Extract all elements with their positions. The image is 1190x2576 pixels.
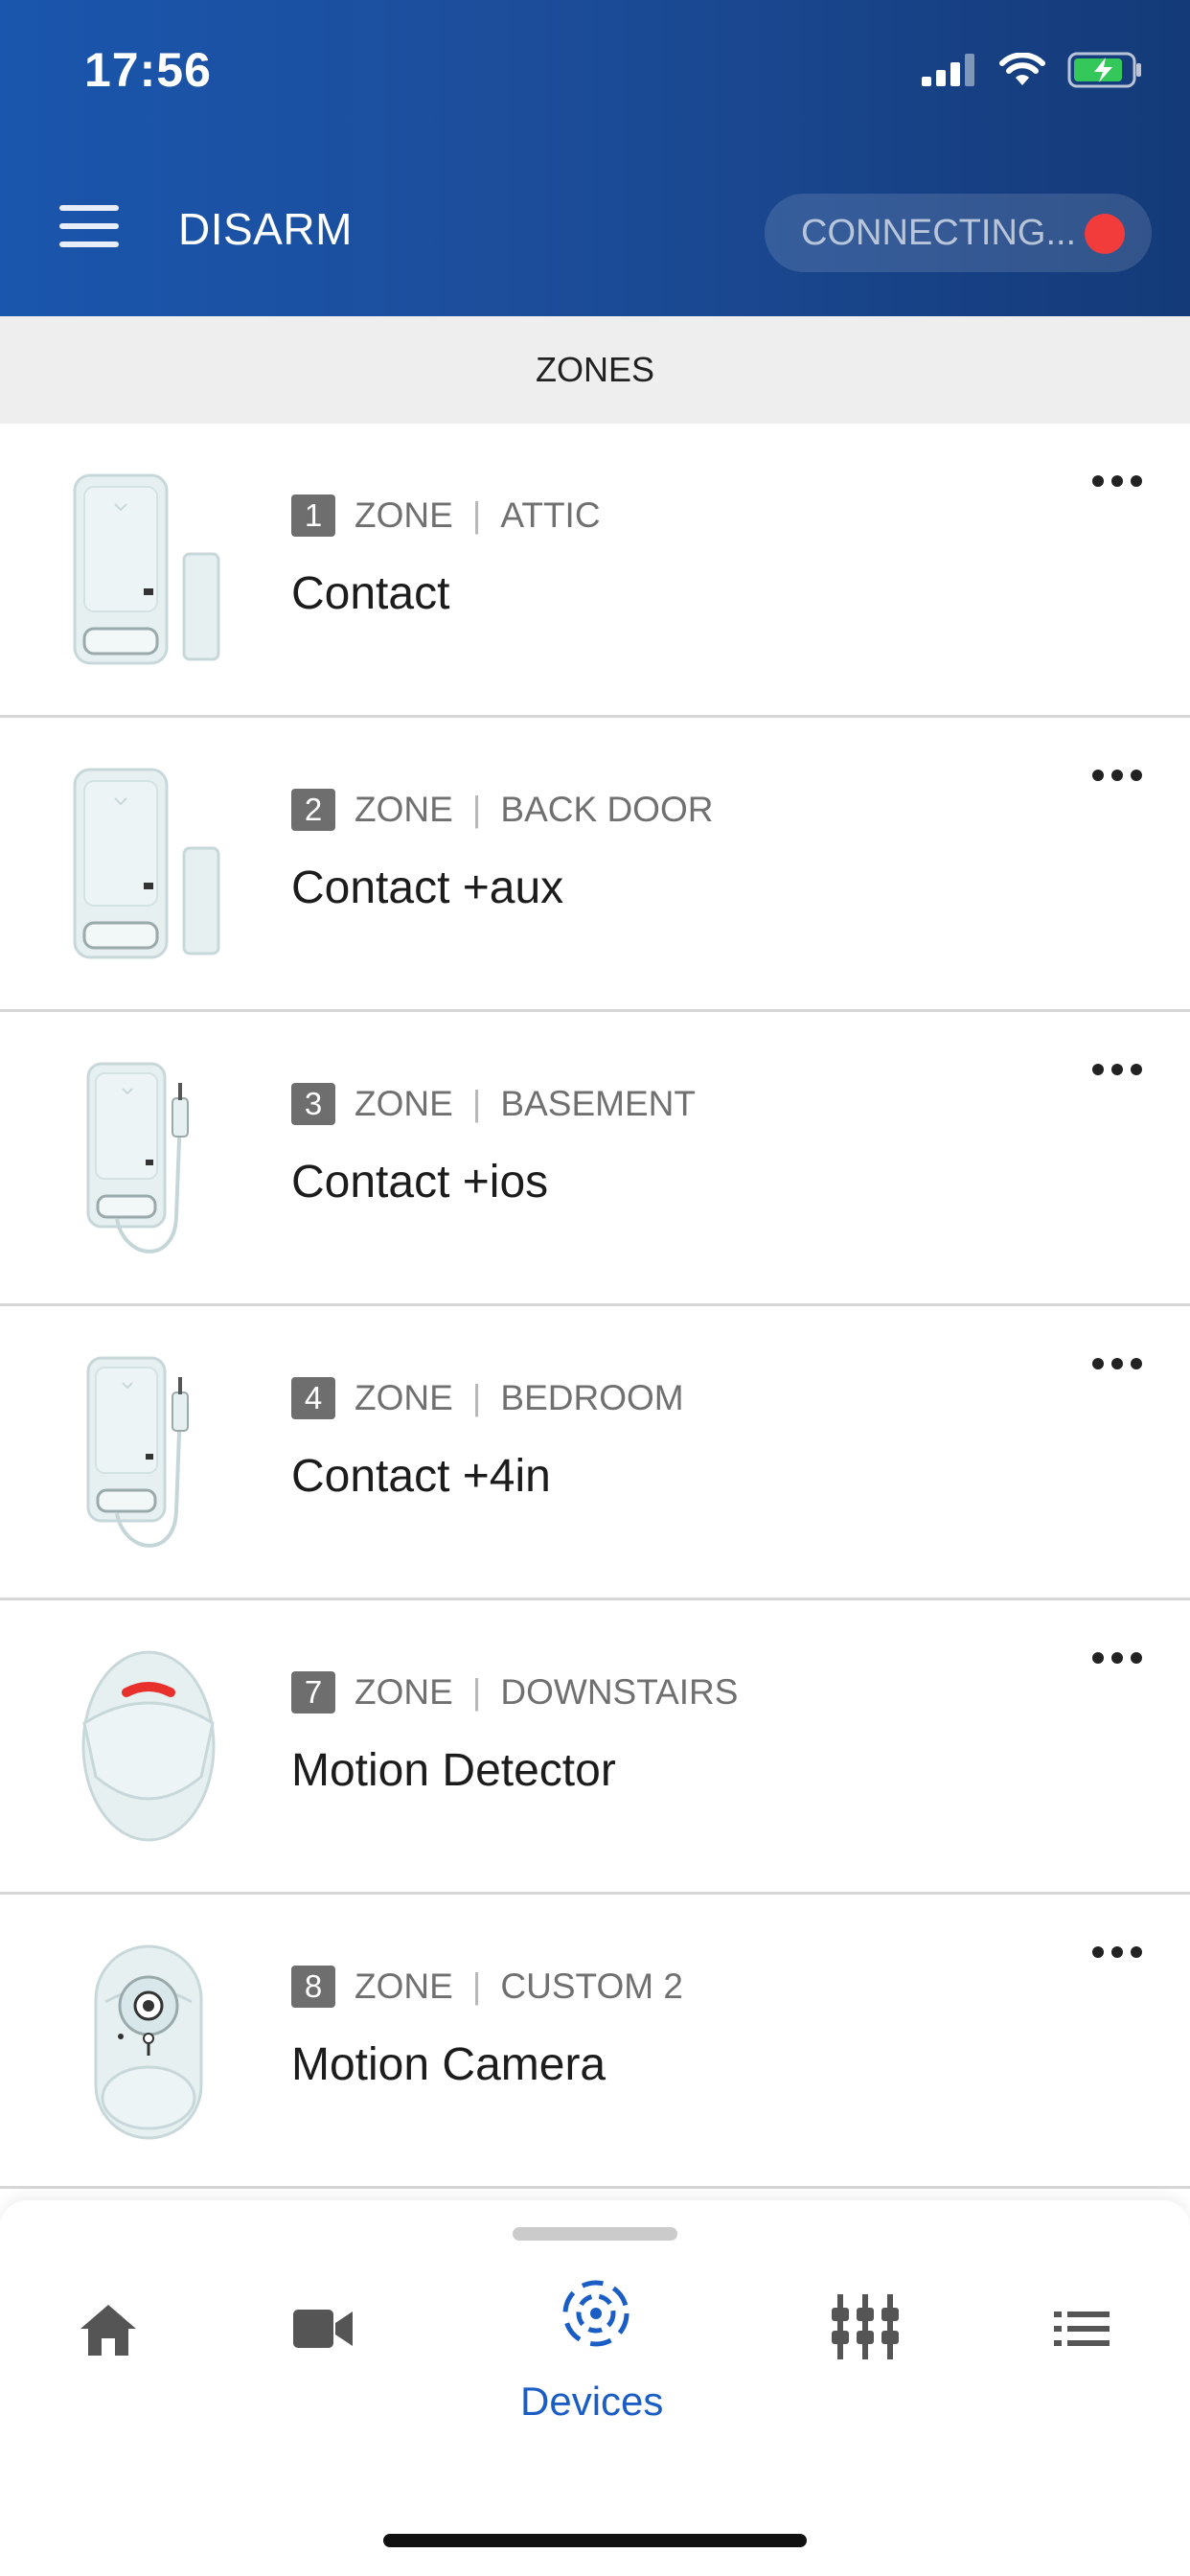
device-name: Contact +aux bbox=[291, 862, 564, 913]
more-options-icon[interactable] bbox=[1092, 1946, 1142, 1958]
separator: | bbox=[471, 790, 482, 829]
motion-camera-icon bbox=[94, 1944, 203, 2140]
zone-number-badge: 4 bbox=[291, 1377, 335, 1419]
zone-number-badge: 3 bbox=[291, 1083, 335, 1125]
hamburger-menu-icon[interactable] bbox=[59, 205, 119, 247]
more-options-icon[interactable] bbox=[1092, 770, 1142, 781]
wired-contact-sensor-icon bbox=[86, 1356, 189, 1548]
home-indicator bbox=[383, 2534, 807, 2547]
more-options-icon[interactable] bbox=[1092, 475, 1142, 487]
connection-status-text: CONNECTING... bbox=[801, 213, 1077, 253]
status-icons bbox=[922, 52, 1144, 88]
zone-label: ZONE bbox=[355, 1084, 453, 1123]
zone-location: ATTIC bbox=[500, 495, 601, 535]
list-icon[interactable] bbox=[1054, 2312, 1110, 2346]
zone-label: ZONE bbox=[355, 495, 453, 535]
connection-status-dot bbox=[1085, 214, 1125, 254]
device-name: Motion Camera bbox=[291, 2039, 606, 2090]
separator: | bbox=[471, 1084, 482, 1123]
zone-number-badge: 7 bbox=[291, 1671, 335, 1714]
wired-contact-sensor-icon bbox=[86, 1062, 189, 1254]
bottom-tab-bar: Devices bbox=[0, 2200, 1190, 2576]
zone-location: CUSTOM 2 bbox=[500, 1966, 683, 2006]
zone-number-badge: 2 bbox=[291, 789, 335, 831]
zone-meta: 3 ZONE | BASEMENT bbox=[291, 1083, 696, 1125]
devices-icon[interactable] bbox=[560, 2277, 632, 2350]
zone-meta: 8 ZONE | CUSTOM 2 bbox=[291, 1966, 683, 2008]
zone-location: BEDROOM bbox=[500, 1378, 684, 1417]
zone-row[interactable]: 1 ZONE | ATTIC Contact bbox=[0, 424, 1190, 718]
device-name: Contact bbox=[291, 568, 450, 619]
door-contact-sensor-icon bbox=[73, 473, 220, 665]
separator: | bbox=[471, 1672, 482, 1712]
motion-detector-icon bbox=[81, 1650, 216, 1842]
app-header: 17:56 DISARM CONNECTING... bbox=[0, 0, 1190, 316]
tab-devices-label[interactable]: Devices bbox=[520, 2379, 663, 2425]
zone-row[interactable]: 2 ZONE | BACK DOOR Contact +aux bbox=[0, 718, 1190, 1012]
zone-row[interactable]: 4 ZONE | BEDROOM Contact +4in bbox=[0, 1306, 1190, 1600]
more-options-icon[interactable] bbox=[1092, 1358, 1142, 1369]
status-time: 17:56 bbox=[84, 43, 212, 97]
separator: | bbox=[471, 495, 482, 535]
device-name: Contact +4in bbox=[291, 1451, 551, 1502]
connection-status-pill[interactable]: CONNECTING... bbox=[765, 194, 1152, 272]
home-icon[interactable] bbox=[79, 2302, 138, 2358]
zone-label: ZONE bbox=[355, 1966, 453, 2006]
zone-meta: 2 ZONE | BACK DOOR bbox=[291, 789, 713, 831]
more-options-icon[interactable] bbox=[1092, 1652, 1142, 1664]
door-contact-sensor-icon bbox=[73, 768, 220, 959]
zone-meta: 7 ZONE | DOWNSTAIRS bbox=[291, 1671, 738, 1714]
zone-row[interactable]: 7 ZONE | DOWNSTAIRS Motion Detector bbox=[0, 1600, 1190, 1895]
separator: | bbox=[471, 1378, 482, 1417]
section-header: ZONES bbox=[0, 316, 1190, 424]
zone-location: DOWNSTAIRS bbox=[500, 1672, 739, 1712]
arm-state-title: DISARM bbox=[178, 204, 353, 254]
zone-list: 1 ZONE | ATTIC Contact 2 ZONE | BACK DOO… bbox=[0, 424, 1190, 2189]
zone-number-badge: 1 bbox=[291, 494, 335, 537]
zone-label: ZONE bbox=[355, 1378, 453, 1417]
zone-location: BASEMENT bbox=[500, 1084, 696, 1123]
zone-meta: 4 ZONE | BEDROOM bbox=[291, 1377, 684, 1419]
zone-row[interactable]: 3 ZONE | BASEMENT Contact +ios bbox=[0, 1012, 1190, 1306]
zone-label: ZONE bbox=[355, 790, 453, 829]
device-name: Contact +ios bbox=[291, 1157, 549, 1208]
drag-handle[interactable] bbox=[513, 2227, 677, 2241]
zone-label: ZONE bbox=[355, 1672, 453, 1712]
wifi-icon bbox=[999, 53, 1045, 85]
video-camera-icon[interactable] bbox=[293, 2308, 353, 2350]
separator: | bbox=[471, 1966, 482, 2006]
battery-charging-icon bbox=[1067, 52, 1141, 88]
zone-meta: 1 ZONE | ATTIC bbox=[291, 494, 601, 537]
more-options-icon[interactable] bbox=[1092, 1064, 1142, 1075]
device-name: Motion Detector bbox=[291, 1745, 616, 1796]
zone-row[interactable]: 8 ZONE | CUSTOM 2 Motion Camera bbox=[0, 1895, 1190, 2189]
automation-icon[interactable] bbox=[832, 2294, 899, 2359]
signal-icon bbox=[922, 54, 974, 86]
zone-location: BACK DOOR bbox=[500, 790, 714, 829]
zone-number-badge: 8 bbox=[291, 1966, 335, 2008]
